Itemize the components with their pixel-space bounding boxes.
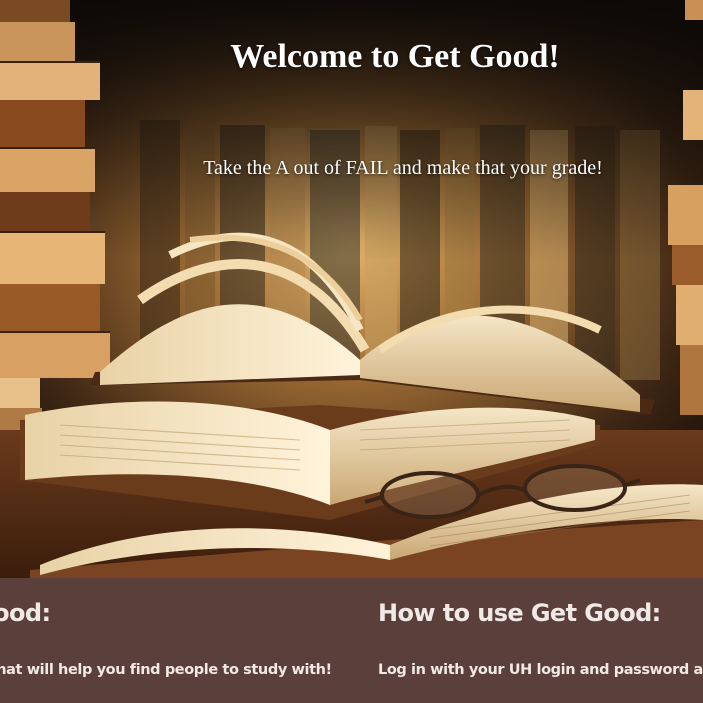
how-to-heading: How to use Get Good: bbox=[378, 599, 661, 627]
about-text: Get Good is a website that will help you… bbox=[0, 662, 332, 678]
page-title: Welcome to Get Good! bbox=[230, 38, 560, 75]
hero-banner: Welcome to Get Good! Take the A out of F… bbox=[0, 0, 703, 578]
how-to-text: Log in with your UH login and password a… bbox=[378, 662, 703, 678]
hero-tagline: Take the A out of FAIL and make that you… bbox=[203, 157, 603, 179]
about-heading: What is Get Good: bbox=[0, 599, 51, 627]
info-section: What is Get Good: Get Good is a website … bbox=[0, 578, 703, 703]
